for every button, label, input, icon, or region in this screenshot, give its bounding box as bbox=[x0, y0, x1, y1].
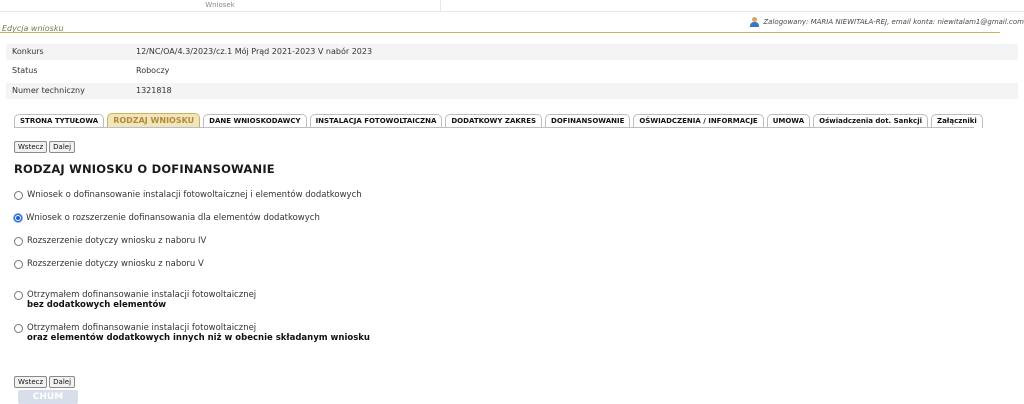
tab-oswiadczenia[interactable]: OŚWIADCZENIA / INFORMACJE bbox=[633, 114, 764, 128]
tab-dane-wnioskodawcy[interactable]: DANE WNIOSKODAWCY bbox=[203, 114, 307, 128]
top-strip: Wniosek bbox=[0, 0, 1024, 12]
radio-button[interactable] bbox=[14, 237, 23, 246]
option-dofinansowanie[interactable]: Wniosek o dofinansowanie instalacji foto… bbox=[14, 190, 362, 200]
option-label: Otrzymałem dofinansowanie instalacji fot… bbox=[27, 323, 370, 343]
tab-strona-tytulowa[interactable]: STRONA TYTUŁOWA bbox=[14, 114, 105, 128]
option-nabor-v[interactable]: Rozszerzenie dotyczy wniosku z naboru V bbox=[14, 259, 204, 269]
option-oraz-dodatkowych[interactable]: Otrzymałem dofinansowanie instalacji fot… bbox=[14, 323, 370, 343]
option-nabor-iv[interactable]: Rozszerzenie dotyczy wniosku z naboru IV bbox=[14, 236, 206, 246]
info-label: Status bbox=[12, 66, 38, 75]
login-info: Zalogowany: MARIA NIEWITAŁA-REJ, email k… bbox=[749, 17, 1024, 27]
option-label-main: Otrzymałem dofinansowanie instalacji fot… bbox=[27, 290, 257, 300]
option-label: Otrzymałem dofinansowanie instalacji fot… bbox=[27, 290, 256, 310]
user-icon bbox=[749, 17, 760, 27]
info-label: Numer techniczny bbox=[12, 86, 85, 95]
option-label: Wniosek o rozszerzenie dofinansowania dl… bbox=[26, 213, 320, 223]
nav-buttons-bottom: Wstecz Dalej bbox=[14, 376, 76, 388]
tab-oswiadczenia-sankcji[interactable]: Oświadczenia dot. Sankcji bbox=[813, 114, 928, 128]
tab-instalacja-fotowoltaiczna[interactable]: INSTALACJA FOTOWOLTAICZNA bbox=[309, 114, 443, 128]
option-label-bold: oraz elementów dodatkowych innych niż w … bbox=[27, 333, 370, 343]
radio-button[interactable] bbox=[14, 291, 23, 300]
top-cell: Wniosek bbox=[0, 0, 441, 11]
info-row-status: Status Roboczy bbox=[6, 63, 1018, 79]
option-label: Rozszerzenie dotyczy wniosku z naboru IV bbox=[27, 236, 207, 246]
option-label: Rozszerzenie dotyczy wniosku z naboru V bbox=[27, 259, 204, 269]
radio-button[interactable] bbox=[14, 191, 23, 200]
option-rozszerzenie[interactable]: Wniosek o rozszerzenie dofinansowania dl… bbox=[14, 213, 320, 223]
tab-dodatkowy-zakres[interactable]: DODATKOWY ZAKRES bbox=[445, 114, 543, 128]
info-label: Konkurs bbox=[12, 47, 44, 56]
info-row-numer: Numer techniczny 1321818 bbox=[6, 83, 1018, 99]
tab-umowa[interactable]: UMOWA bbox=[766, 114, 811, 128]
info-value: Roboczy bbox=[136, 66, 170, 75]
login-text: Zalogowany: MARIA NIEWITAŁA-REJ, email k… bbox=[763, 18, 1024, 26]
info-value: 1321818 bbox=[136, 86, 172, 95]
option-label-main: Otrzymałem dofinansowanie instalacji fot… bbox=[27, 323, 257, 333]
section-heading: RODZAJ WNIOSKU O DOFINANSOWANIE bbox=[14, 162, 275, 176]
radio-button[interactable] bbox=[14, 324, 23, 333]
back-button[interactable]: Wstecz bbox=[14, 141, 48, 153]
tab-bar: STRONA TYTUŁOWA RODZAJ WNIOSKU DANE WNIO… bbox=[14, 113, 983, 128]
radio-button-checked[interactable] bbox=[14, 214, 22, 222]
back-button[interactable]: Wstecz bbox=[14, 376, 48, 388]
nav-buttons-top: Wstecz Dalej bbox=[14, 141, 76, 153]
next-button[interactable]: Dalej bbox=[49, 141, 76, 153]
radio-button[interactable] bbox=[14, 260, 23, 269]
tab-dofinansowanie[interactable]: DOFINANSOWANIE bbox=[545, 114, 631, 128]
info-row-konkurs: Konkurs 12/NC/OA/4.3/2023/cz.1 Mój Prąd … bbox=[6, 44, 1018, 60]
tabs-divider bbox=[14, 127, 974, 128]
footer-logo: CHUM bbox=[18, 390, 78, 404]
tab-zalaczniki[interactable]: Załączniki bbox=[931, 114, 983, 128]
tab-rodzaj-wniosku[interactable]: RODZAJ WNIOSKU bbox=[107, 113, 201, 128]
option-label-bold: bez dodatkowych elementów bbox=[27, 300, 167, 310]
info-value: 12/NC/OA/4.3/2023/cz.1 Mój Prąd 2021-202… bbox=[136, 47, 373, 56]
title-divider bbox=[0, 32, 1000, 33]
option-label: Wniosek o dofinansowanie instalacji foto… bbox=[27, 190, 362, 200]
next-button[interactable]: Dalej bbox=[49, 376, 76, 388]
option-bez-dodatkowych[interactable]: Otrzymałem dofinansowanie instalacji fot… bbox=[14, 290, 256, 310]
